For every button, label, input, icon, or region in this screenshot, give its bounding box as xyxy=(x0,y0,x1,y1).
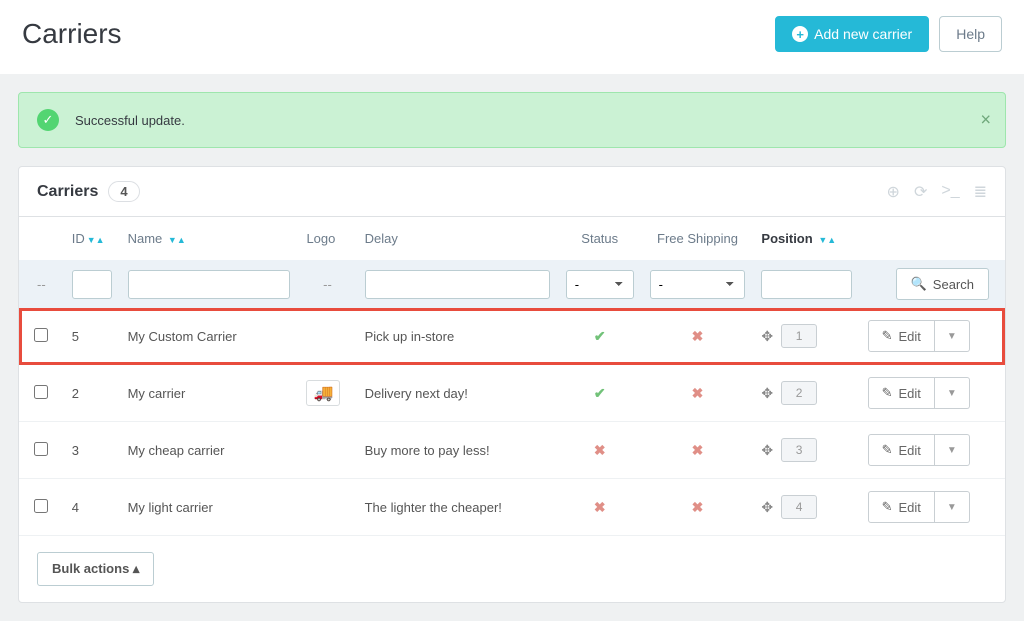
alert-close-button[interactable]: × xyxy=(980,110,991,131)
pencil-icon: ✎ xyxy=(882,499,893,515)
cross-icon[interactable]: ✖ xyxy=(594,499,606,515)
row-id: 2 xyxy=(64,365,120,422)
drag-handle-icon[interactable]: ✥ xyxy=(761,385,773,402)
carriers-table: ID▼▲ Name ▼▲ Logo Delay Status Free Ship… xyxy=(19,217,1005,535)
edit-button[interactable]: ✎Edit xyxy=(868,491,935,523)
pencil-icon: ✎ xyxy=(882,385,893,401)
row-actions-dropdown[interactable]: ▼ xyxy=(935,320,970,352)
row-id: 3 xyxy=(64,422,120,479)
add-carrier-button[interactable]: + Add new carrier xyxy=(775,16,929,52)
add-icon[interactable]: ⊕ xyxy=(887,182,900,202)
row-checkbox[interactable] xyxy=(34,442,48,456)
count-badge: 4 xyxy=(108,181,139,202)
row-actions-dropdown[interactable]: ▼ xyxy=(935,434,970,466)
col-id[interactable]: ID▼▲ xyxy=(64,217,120,260)
truck-icon: 🚚 xyxy=(306,380,340,406)
row-name: My cheap carrier xyxy=(120,422,299,479)
search-button[interactable]: 🔍Search xyxy=(896,268,989,300)
search-icon: 🔍 xyxy=(911,276,927,292)
filter-id-input[interactable] xyxy=(72,270,112,299)
drag-handle-icon[interactable]: ✥ xyxy=(761,328,773,345)
filter-delay-input[interactable] xyxy=(365,270,550,299)
cross-icon[interactable]: ✖ xyxy=(692,385,704,401)
row-checkbox[interactable] xyxy=(34,499,48,513)
row-actions-dropdown[interactable]: ▼ xyxy=(935,491,970,523)
col-logo: Logo xyxy=(298,217,356,260)
filter-name-input[interactable] xyxy=(128,270,291,299)
cross-icon[interactable]: ✖ xyxy=(692,328,704,344)
col-name[interactable]: Name ▼▲ xyxy=(120,217,299,260)
cross-icon[interactable]: ✖ xyxy=(594,442,606,458)
row-name: My light carrier xyxy=(120,479,299,536)
position-input[interactable] xyxy=(781,324,817,348)
edit-button[interactable]: ✎Edit xyxy=(868,377,935,409)
row-checkbox[interactable] xyxy=(34,385,48,399)
database-icon[interactable]: ≣ xyxy=(974,182,987,202)
filter-status-select[interactable]: - xyxy=(566,270,634,299)
col-free: Free Shipping xyxy=(642,217,754,260)
table-row[interactable]: 3My cheap carrier Buy more to pay less! ✖ ✖… xyxy=(19,422,1005,479)
position-input[interactable] xyxy=(781,438,817,462)
filter-dash: -- xyxy=(323,277,332,292)
edit-button[interactable]: ✎Edit xyxy=(868,320,935,352)
filter-position-input[interactable] xyxy=(761,270,851,299)
carriers-panel: Carriers 4 ⊕ ⟳ >_ ≣ ID▼▲ Name ▼▲ Logo De… xyxy=(18,166,1006,603)
page-title: Carriers xyxy=(22,18,122,50)
alert-message: Successful update. xyxy=(75,113,185,128)
bulk-actions-button[interactable]: Bulk actions ▴ xyxy=(37,552,154,586)
table-row[interactable]: 5My Custom Carrier Pick up in-store ✔ ✖ ✥ ✎Ed… xyxy=(19,308,1005,365)
cross-icon[interactable]: ✖ xyxy=(692,499,704,515)
plus-circle-icon: + xyxy=(792,26,808,42)
check-icon[interactable]: ✔ xyxy=(594,328,606,344)
row-actions-dropdown[interactable]: ▼ xyxy=(935,377,970,409)
pencil-icon: ✎ xyxy=(882,328,893,344)
row-delay: Buy more to pay less! xyxy=(357,422,558,479)
row-delay: The lighter the cheaper! xyxy=(357,479,558,536)
filter-row: -- -- - - 🔍Search xyxy=(19,260,1005,308)
row-id: 4 xyxy=(64,479,120,536)
check-icon[interactable]: ✔ xyxy=(594,385,606,401)
row-delay: Delivery next day! xyxy=(357,365,558,422)
edit-button[interactable]: ✎Edit xyxy=(868,434,935,466)
filter-free-select[interactable]: - xyxy=(650,270,746,299)
check-circle-icon: ✓ xyxy=(37,109,59,131)
row-name: My Custom Carrier xyxy=(120,308,299,365)
add-carrier-label: Add new carrier xyxy=(814,26,912,42)
table-row[interactable]: 2My carrier 🚚 Delivery next day! ✔ ✖ ✥ ✎Edit▼ xyxy=(19,365,1005,422)
position-input[interactable] xyxy=(781,495,817,519)
terminal-icon[interactable]: >_ xyxy=(941,182,959,202)
alert-success: ✓ Successful update. × xyxy=(18,92,1006,148)
row-name: My carrier xyxy=(120,365,299,422)
filter-dash: -- xyxy=(37,277,46,292)
row-id: 5 xyxy=(64,308,120,365)
refresh-icon[interactable]: ⟳ xyxy=(914,182,927,202)
drag-handle-icon[interactable]: ✥ xyxy=(761,442,773,459)
drag-handle-icon[interactable]: ✥ xyxy=(761,499,773,516)
col-status: Status xyxy=(558,217,642,260)
help-button[interactable]: Help xyxy=(939,16,1002,52)
cross-icon[interactable]: ✖ xyxy=(692,442,704,458)
position-input[interactable] xyxy=(781,381,817,405)
col-position[interactable]: Position ▼▲ xyxy=(753,217,859,260)
col-delay: Delay xyxy=(357,217,558,260)
pencil-icon: ✎ xyxy=(882,442,893,458)
panel-title: Carriers xyxy=(37,183,98,201)
row-checkbox[interactable] xyxy=(34,328,48,342)
row-delay: Pick up in-store xyxy=(357,308,558,365)
table-row[interactable]: 4My light carrier The lighter the cheaper… xyxy=(19,479,1005,536)
